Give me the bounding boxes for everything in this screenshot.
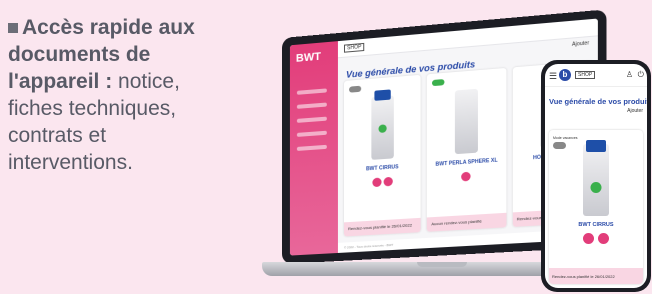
vacation-toggle[interactable]	[349, 85, 362, 93]
sidebar-item[interactable]	[296, 144, 327, 151]
user-icon[interactable]: ♙	[626, 70, 633, 79]
device-head	[586, 140, 606, 152]
product-name: BWT CIRRUS	[578, 222, 614, 228]
card-actions	[549, 231, 643, 249]
shop-button[interactable]: SHOP	[575, 71, 596, 79]
document-icon[interactable]	[598, 233, 609, 244]
feature-description: Accès rapide aux documents de l'appareil…	[8, 14, 236, 176]
page-title: Vue générale de vos produits	[549, 97, 647, 106]
add-product-button[interactable]: Ajouter	[572, 40, 589, 48]
sidebar: BWT	[289, 41, 338, 256]
device-image	[454, 88, 478, 155]
pencil-icon[interactable]	[583, 233, 594, 244]
appointment-status: Rendez-vous planifié le 26/01/2022	[343, 217, 421, 237]
appointment-status: Rendez-vous planifié le 26/01/2022	[549, 268, 643, 284]
product-card[interactable]: BWT PERLA SPHERE XL Aucun rendez-vous pl…	[427, 67, 507, 232]
document-icon[interactable]	[461, 171, 472, 182]
brand-logo[interactable]: BWT	[296, 49, 338, 65]
product-card[interactable]: BWT CIRRUS Rendez-vous planifié le 26/01…	[343, 74, 421, 237]
card-actions	[427, 165, 506, 189]
product-card[interactable]: Mode vacances BWT CIRRUS Rendez-vous pla…	[549, 130, 643, 284]
device-head	[374, 89, 391, 101]
sidebar-item[interactable]	[296, 88, 327, 95]
card-actions	[344, 171, 421, 194]
device-image	[583, 144, 609, 216]
pencil-icon[interactable]	[372, 177, 382, 188]
phone-screen: ☰ b SHOP ♙ ⏻ Vue générale de vos produit…	[545, 64, 647, 288]
vacation-mode-label: Mode vacances	[553, 136, 578, 140]
bullet-icon	[8, 23, 18, 33]
vacation-toggle[interactable]	[432, 79, 445, 87]
menu-icon[interactable]: ☰	[549, 71, 557, 82]
sidebar-nav	[290, 88, 338, 152]
brand-logo[interactable]: b	[559, 69, 571, 81]
shop-button[interactable]: SHOP	[343, 42, 365, 53]
phone: ☰ b SHOP ♙ ⏻ Vue générale de vos produit…	[541, 60, 651, 292]
add-product-button[interactable]: Ajouter	[545, 108, 643, 114]
vacation-toggle[interactable]	[553, 142, 566, 149]
wifi-icon	[590, 182, 602, 193]
phone-topbar: ☰ b SHOP ♙ ⏻	[545, 64, 647, 87]
sidebar-item[interactable]	[296, 102, 327, 109]
power-icon[interactable]: ⏻	[638, 70, 644, 80]
laptop-notch	[417, 262, 467, 267]
appointment-status: Aucun rendez-vous planifié	[427, 212, 507, 232]
document-icon[interactable]	[383, 176, 393, 187]
sidebar-item[interactable]	[296, 130, 327, 137]
sidebar-item[interactable]	[296, 116, 327, 123]
